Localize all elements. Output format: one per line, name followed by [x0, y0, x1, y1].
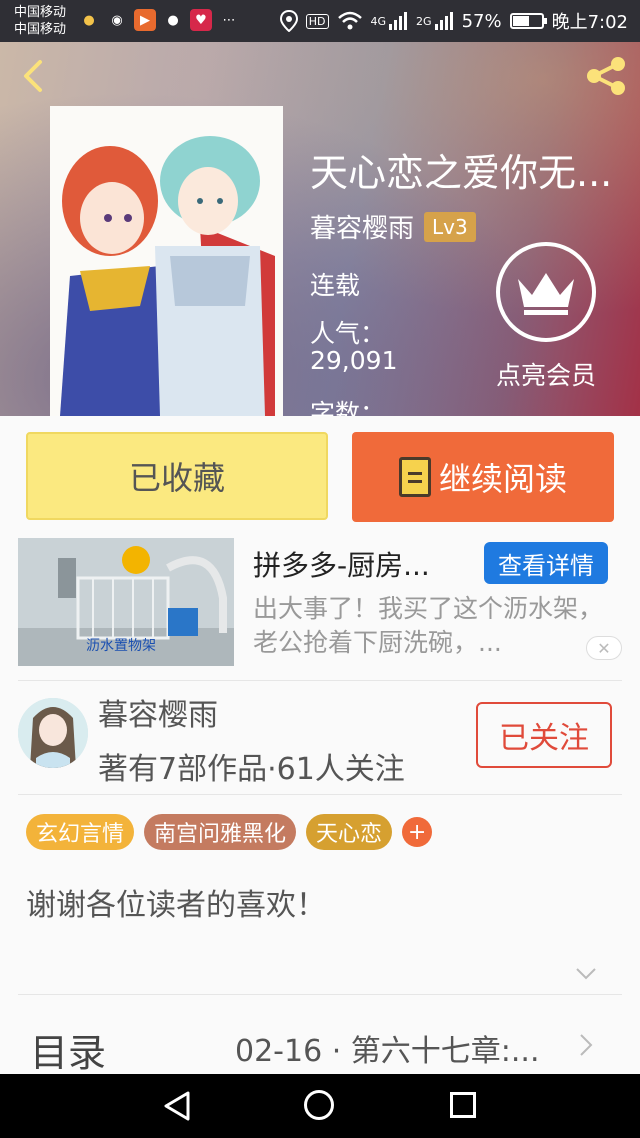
wechat-icon: ◉ — [111, 12, 123, 28]
add-tag-button[interactable]: + — [402, 817, 433, 847]
video-icon: ▶ — [134, 9, 156, 31]
nav-back-button[interactable] — [162, 1090, 192, 1122]
synopsis: 谢谢各位读者的喜欢！ — [26, 888, 326, 923]
cover-illustration — [50, 106, 283, 416]
location-icon — [279, 10, 298, 32]
app-icon: ♥ — [190, 9, 212, 31]
author-row: 暮容樱雨 Lv3 — [310, 208, 476, 245]
ad-description[interactable]: 出大事了！我买了这个沥水架，老公抢着下厨洗碗，... — [253, 592, 621, 660]
back-button[interactable] — [14, 56, 54, 96]
author-name[interactable]: 暮容樱雨 — [310, 208, 414, 245]
nav-recent-button[interactable] — [450, 1092, 476, 1118]
vip-button[interactable]: 点亮会员 — [484, 242, 608, 392]
more-icon: ⋯ — [222, 12, 236, 28]
navigation-bar — [0, 1074, 640, 1138]
continue-reading-button[interactable]: 继续阅读 — [352, 432, 614, 522]
divider — [18, 794, 622, 795]
book-cover[interactable] — [50, 106, 283, 416]
signal-2g-label: 2G — [416, 14, 432, 28]
close-icon: ✕ — [597, 638, 611, 658]
author-section-name[interactable]: 暮容樱雨 — [98, 690, 218, 734]
share-button[interactable] — [584, 56, 628, 96]
serial-status: 连载 — [310, 271, 361, 300]
word-count-label: 字数： — [310, 399, 386, 416]
hd-icon: HD — [305, 13, 329, 29]
continue-reading-label: 继续阅读 — [438, 460, 567, 498]
chevron-down-icon[interactable] — [574, 966, 598, 982]
collected-button[interactable]: 已收藏 — [26, 432, 328, 520]
crown-icon — [518, 273, 574, 315]
ad-image[interactable]: 沥水置物架 — [18, 538, 234, 666]
book-detail-screen: 中国移动 中国移动 ● ◉ ▶ ● ♥ ⋯ HD 4G 2G 57% 晚上7:0… — [0, 0, 640, 1138]
popularity-value: 29,091 — [310, 346, 398, 375]
wifi-icon — [337, 11, 362, 30]
popularity-label: 人气： — [310, 319, 386, 348]
chevron-right-icon[interactable] — [578, 1032, 594, 1058]
latest-chapter[interactable]: 02-16 · 第六十七章:... — [235, 1026, 540, 1070]
vip-label: 点亮会员 — [495, 361, 596, 390]
tag-1[interactable]: 南宫问雅黑化 — [144, 814, 297, 850]
carrier-info: 中国移动 中国移动 — [14, 4, 66, 38]
ad-photo: 沥水置物架 — [18, 538, 234, 666]
ad-close-button[interactable]: ✕ — [586, 636, 622, 660]
author-stats: 著有7部作品·61人关注 — [98, 752, 405, 787]
vip-circle — [496, 242, 596, 342]
tag-2[interactable]: 天心恋 — [306, 814, 393, 850]
tag-0[interactable]: 玄幻言情 — [26, 814, 135, 850]
nav-home-button[interactable] — [304, 1090, 334, 1120]
book-title: 天心恋之爱你无... — [310, 151, 613, 195]
follow-button[interactable]: 已关注 — [476, 702, 612, 768]
author-avatar[interactable] — [18, 698, 88, 768]
notification-icons: ● ◉ ▶ ● ♥ ⋯ — [78, 9, 240, 31]
battery-percent: 57% — [461, 10, 502, 32]
book-header: 天心恋之爱你无... 暮容樱雨 Lv3 连载 人气： 29,091 字数： 点亮… — [0, 42, 640, 416]
toc-label[interactable]: 目录 — [30, 1022, 106, 1077]
ad-detail-button[interactable]: 查看详情 — [484, 542, 608, 584]
divider — [18, 680, 622, 681]
system-icons: HD 4G 2G 57% 晚上7:02 — [279, 8, 628, 34]
bulb-icon: ● — [83, 12, 95, 28]
battery-icon — [509, 13, 547, 29]
avatar-image — [18, 698, 88, 768]
clock: 晚上7:02 — [551, 12, 628, 33]
carrier-2: 中国移动 — [14, 22, 67, 37]
message-icon: ● — [167, 12, 179, 28]
ad-image-caption: 沥水置物架 — [86, 638, 156, 654]
battery-level — [512, 16, 529, 26]
signal-4g-label: 4G — [370, 14, 387, 28]
signal-2-icon — [434, 12, 453, 30]
ad-title[interactable]: 拼多多-厨房... — [253, 544, 430, 584]
status-bar: 中国移动 中国移动 ● ◉ ▶ ● ♥ ⋯ HD 4G 2G 57% 晚上7:0… — [0, 0, 640, 42]
tag-list: 玄幻言情 南宫问雅黑化 天心恋 + — [26, 814, 433, 850]
level-badge: Lv3 — [424, 211, 476, 242]
divider — [18, 994, 622, 995]
book-icon — [398, 457, 431, 497]
signal-icon — [389, 12, 408, 30]
carrier-1: 中国移动 — [14, 5, 67, 20]
